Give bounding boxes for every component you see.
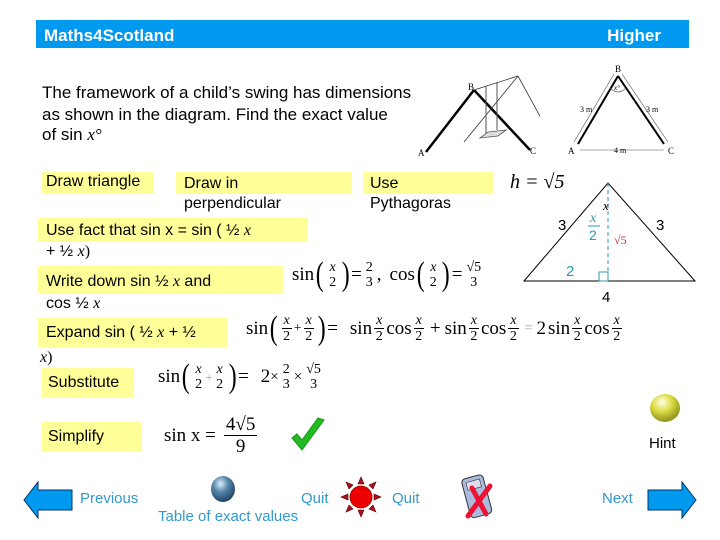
step-pythagoras-line2: Pythagoras — [370, 195, 451, 212]
step-perpendicular-line1: Draw in — [176, 172, 352, 194]
step-use-pythagoras[interactable]: Use Pythagoras — [363, 172, 493, 214]
brand-title: Maths4Scotland — [44, 26, 175, 45]
step-draw-triangle-label: Draw triangle — [46, 173, 141, 190]
question-line-3: of sin x° — [42, 125, 102, 144]
step-pythagoras-line1: Use — [363, 172, 493, 194]
label-side-bc: 3 m — [646, 105, 659, 114]
substitute-formula: sin ( x2 + x2 ) = 2 × 23 × √5 3 — [158, 358, 321, 395]
step-expand-line1: Expand sin ( ½ x + ½ — [38, 318, 228, 348]
label-a: A — [568, 146, 575, 156]
isosceles-triangle — [522, 182, 697, 282]
swing-label-b: B — [468, 82, 474, 92]
step-use-fact[interactable]: Use fact that sin x = sin ( ½ x + ½ x) — [38, 218, 308, 262]
swing-label-c: C — [530, 146, 536, 156]
quit-sun-icon[interactable] — [340, 476, 382, 518]
hint-label[interactable]: Hint — [649, 435, 676, 452]
step-use-fact-line1: Use fact that sin x = sin ( ½ x — [38, 218, 308, 242]
question-line-1: The framework of a child’s swing has dim… — [42, 83, 412, 102]
base-label: 4 — [602, 289, 610, 306]
step-draw-perpendicular[interactable]: Draw in perpendicular — [176, 172, 352, 214]
h-equals-root5: h = √5 — [510, 171, 564, 193]
question-text: The framework of a child’s swing has dim… — [42, 82, 422, 144]
step-substitute-label: Substitute — [48, 374, 120, 391]
swing-leg-ab — [425, 89, 475, 153]
swing-label-a: A — [418, 148, 425, 158]
level-label: Higher — [607, 26, 661, 45]
table-of-exact-values-link[interactable]: Table of exact values — [158, 508, 298, 525]
swing-top-bar — [473, 75, 519, 91]
right-angle-marker — [598, 271, 609, 282]
half-base-label: 2 — [566, 263, 574, 280]
step-draw-triangle[interactable]: Draw triangle — [42, 172, 154, 194]
label-angle: x° — [613, 84, 620, 92]
swing-rear-leg — [517, 75, 540, 118]
table-of-exact-values-icon[interactable] — [208, 474, 238, 504]
half-angle-denominator: 2 — [589, 227, 597, 243]
label-base: 4 m — [614, 146, 627, 155]
step-simplify[interactable]: Simplify — [42, 422, 142, 452]
no-calculator-icon — [461, 474, 493, 519]
step-write-down[interactable]: Write down sin ½ x and cos ½ x — [38, 266, 283, 314]
label-c: C — [668, 146, 674, 156]
step-write-down-line1: Write down sin ½ x and — [38, 266, 283, 294]
swing-seat — [478, 129, 508, 139]
right-side-label: 3 — [656, 217, 664, 234]
working-triangle-diagram: h = √5 3 3 x x 2 √5 2 4 — [510, 171, 697, 306]
step-perpendicular-line2: perpendicular — [184, 195, 281, 212]
step-use-fact-line2: + ½ x) — [46, 243, 91, 260]
left-side-label: 3 — [558, 217, 566, 234]
swing-frame-diagram: B A C — [418, 75, 540, 158]
step-write-down-line2: cos ½ x — [46, 295, 101, 312]
header-bar: Maths4Scotland Higher — [36, 20, 689, 48]
step-expand[interactable]: Expand sin ( ½ x + ½ x) — [38, 318, 228, 368]
step-substitute[interactable]: Substitute — [42, 368, 134, 398]
apex-angle-label: x — [602, 198, 609, 213]
previous-arrow-icon[interactable] — [22, 480, 74, 520]
step-simplify-label: Simplify — [48, 428, 105, 445]
half-angle-numerator: x — [589, 211, 597, 226]
dimension-triangle-diagram: B A C 3 m 3 m 4 m x° — [568, 64, 674, 156]
label-b: B — [615, 64, 621, 74]
next-button[interactable]: Next — [602, 490, 633, 507]
quit-button-left[interactable]: Quit — [301, 490, 329, 507]
half-angle-values: sin ( x2 ) = 23 , cos ( x2 ) = √5 3 — [292, 256, 482, 293]
dim-arrow-bc — [621, 73, 669, 143]
simplified-result: sin x = 4√5 9 — [164, 414, 258, 457]
hint-button-icon[interactable] — [645, 390, 685, 426]
question-line-2: as shown in the diagram. Find the exact … — [42, 105, 388, 124]
next-arrow-icon[interactable] — [646, 480, 698, 520]
label-side-ab: 3 m — [580, 105, 593, 114]
previous-button[interactable]: Previous — [80, 490, 138, 507]
quit-button-right[interactable]: Quit — [392, 490, 420, 507]
expansion-formula: sin ( x2 + x2 ) = sin x2 cos x2 + sin x2… — [246, 309, 622, 347]
checkmark-icon — [291, 417, 325, 451]
height-label: √5 — [614, 233, 627, 247]
